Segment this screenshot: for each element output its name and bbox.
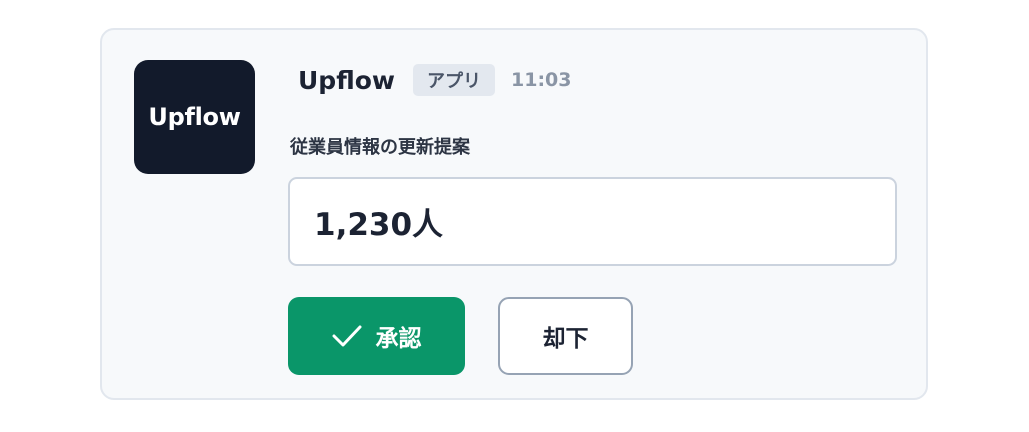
app-badge: アプリ [413, 64, 495, 96]
reject-label: 却下 [542, 326, 589, 352]
app-logo-text: Upflow [148, 103, 241, 131]
app-logo: Upflow [134, 60, 255, 174]
value-text: 1,230人 [314, 207, 444, 243]
message-header: Upflow アプリ 11:03 [298, 62, 571, 98]
value-box: 1,230人 [288, 177, 897, 266]
app-name[interactable]: Upflow [298, 66, 395, 95]
approve-button[interactable]: 承認 [288, 297, 465, 375]
check-icon [332, 325, 361, 347]
timestamp[interactable]: 11:03 [511, 69, 571, 91]
message-label: 従業員情報の更新提案 [290, 137, 470, 158]
reject-button[interactable]: 却下 [498, 297, 633, 375]
approve-label: 承認 [375, 326, 422, 352]
